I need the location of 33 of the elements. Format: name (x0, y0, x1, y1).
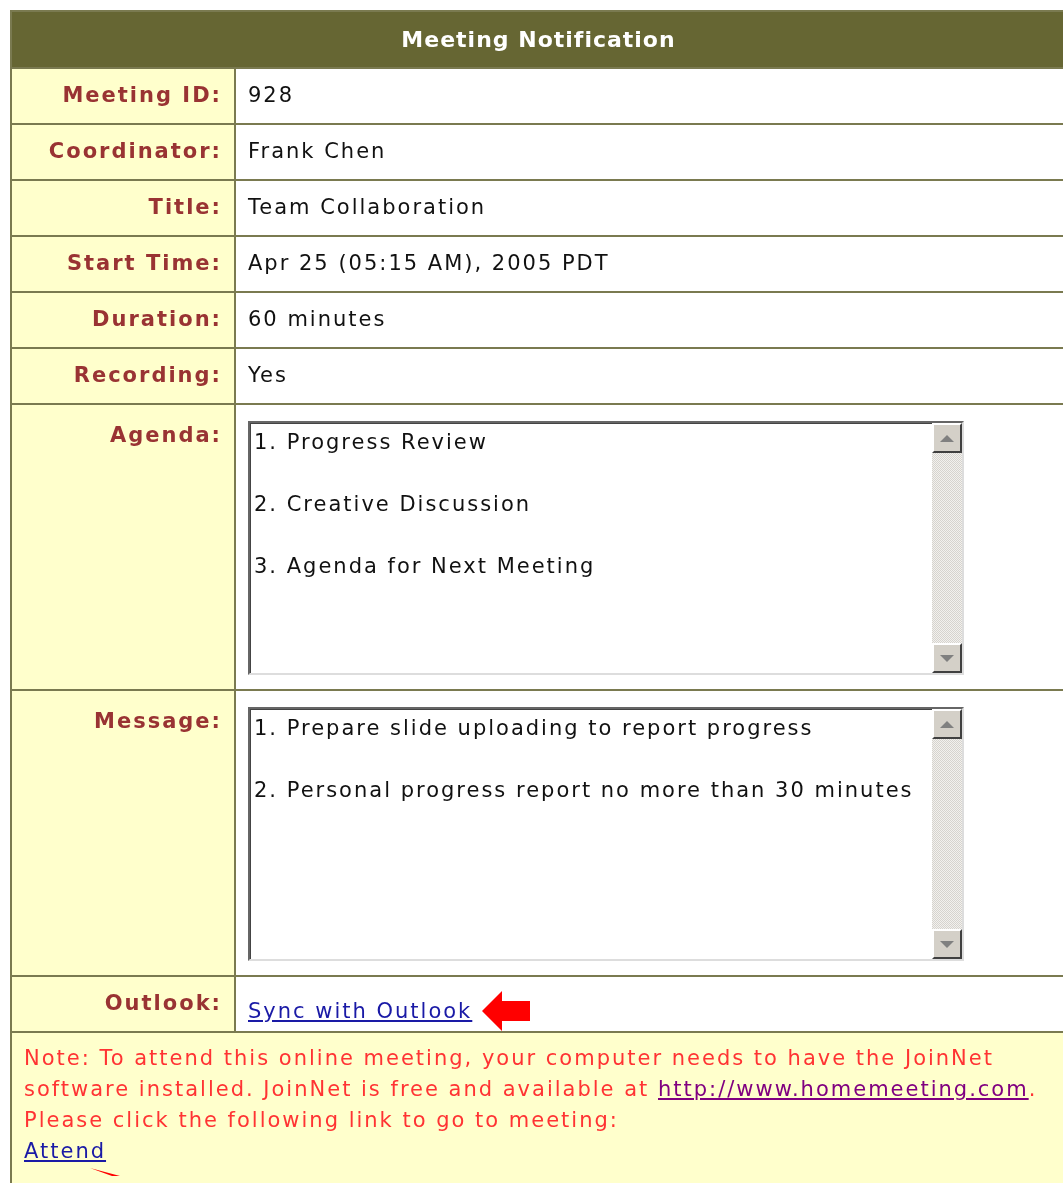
field-label: Duration: (12, 293, 236, 347)
text-line: 2. Creative Discussion (254, 491, 533, 518)
field-label: Message: (12, 691, 236, 975)
text-line: 2. Personal progress report no more than 30 minutes (254, 777, 915, 804)
field-label: Agenda: (12, 405, 236, 689)
field-label: Title: (12, 181, 236, 235)
field-value: Team Collaboration (248, 195, 487, 219)
field-value: 928 (248, 83, 295, 107)
field-value: Apr 25 (05:15 AM), 2005 PDT (248, 251, 610, 275)
table-header: Meeting Notification (12, 12, 1063, 69)
text-line: 3. Agenda for Next Meeting (254, 553, 597, 580)
attend-link[interactable]: Attend (24, 1139, 107, 1163)
field-label: Outlook: (12, 977, 236, 1031)
text-line: 1. Prepare slide uploading to report progress (254, 715, 815, 742)
website-link[interactable]: http://www.homemeeting.com (658, 1077, 1029, 1101)
text-area[interactable]: 1. Prepare slide uploading to report progress 2. Personal progress report no more than 30 minutes (248, 707, 964, 961)
scroll-up-button[interactable] (932, 423, 962, 453)
scrollbar[interactable] (932, 423, 962, 673)
field-label: Start Time: (12, 237, 236, 291)
scroll-down-button[interactable] (932, 643, 962, 673)
text-area[interactable]: 1. Progress Review 2. Creative Discussion 3. Agenda for Next Meeting (248, 421, 964, 675)
sync-link[interactable]: Sync with Outlook (248, 999, 473, 1023)
scroll-down-button[interactable] (932, 929, 962, 959)
field-value: 60 minutes (248, 307, 387, 331)
scroll-up-button[interactable] (932, 709, 962, 739)
text-line: 1. Progress Review (254, 429, 489, 456)
field-label: Recording: (12, 349, 236, 403)
scrollbar[interactable] (932, 709, 962, 959)
field-label: Coordinator: (12, 125, 236, 179)
field-value: Frank Chen (248, 139, 387, 163)
field-value: Yes (248, 363, 288, 387)
field-label: Meeting ID: (12, 69, 236, 123)
note-text: Note: To attend this online meeting, your computer needs to have the JoinNet software installed. JoinNet is free and available at http://www.homemeeting.com. Please click the following link to go to meeting: Attend (24, 1045, 1039, 1165)
